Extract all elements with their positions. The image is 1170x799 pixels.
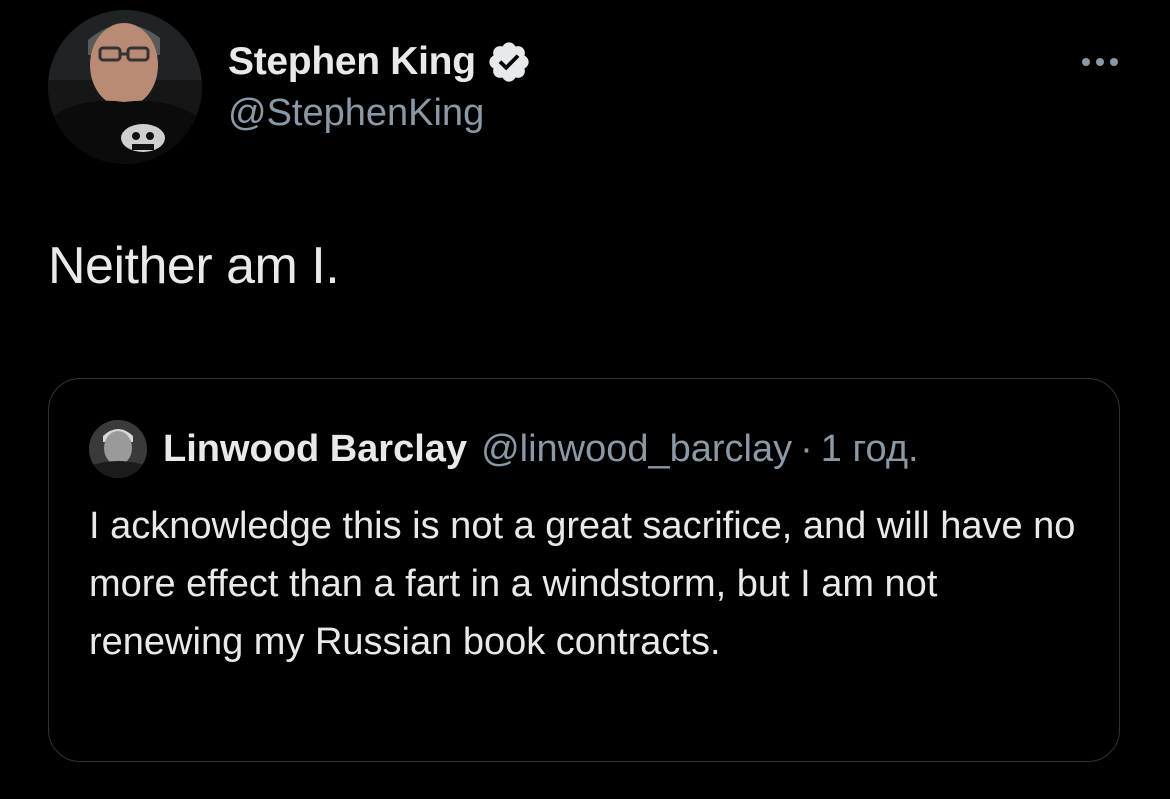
quoted-tweet-header: Linwood Barclay @linwood_barclay · 1 год… xyxy=(89,419,919,479)
author-avatar[interactable] xyxy=(48,10,202,164)
quoted-author-avatar xyxy=(89,420,147,478)
quoted-author-handle: @linwood_barclay xyxy=(481,427,793,470)
author-avatar-image xyxy=(48,10,202,164)
quoted-separator: · xyxy=(800,427,813,470)
quoted-tweet[interactable]: Linwood Barclay @linwood_barclay · 1 год… xyxy=(48,378,1120,762)
author-handle[interactable]: @StephenKing xyxy=(228,92,532,135)
author-display-name[interactable]: Stephen King xyxy=(228,40,476,84)
author-names: Stephen King @StephenKing xyxy=(228,36,532,135)
quoted-author-avatar-image xyxy=(89,420,147,478)
display-name-row: Stephen King xyxy=(228,36,532,88)
more-options-button[interactable] xyxy=(1076,50,1124,74)
quoted-timestamp: 1 год. xyxy=(820,427,919,470)
quoted-author-display-name: Linwood Barclay xyxy=(163,427,468,470)
verified-badge-icon xyxy=(486,39,532,85)
tweet-header: Stephen King @StephenKing xyxy=(48,10,1128,165)
more-horizontal-icon xyxy=(1082,58,1118,66)
tweet: Stephen King @StephenKing Neither am I. xyxy=(0,0,1170,799)
tweet-text: Neither am I. xyxy=(48,237,340,295)
quoted-tweet-text: I acknowledge this is not a great sacrif… xyxy=(89,505,1076,663)
